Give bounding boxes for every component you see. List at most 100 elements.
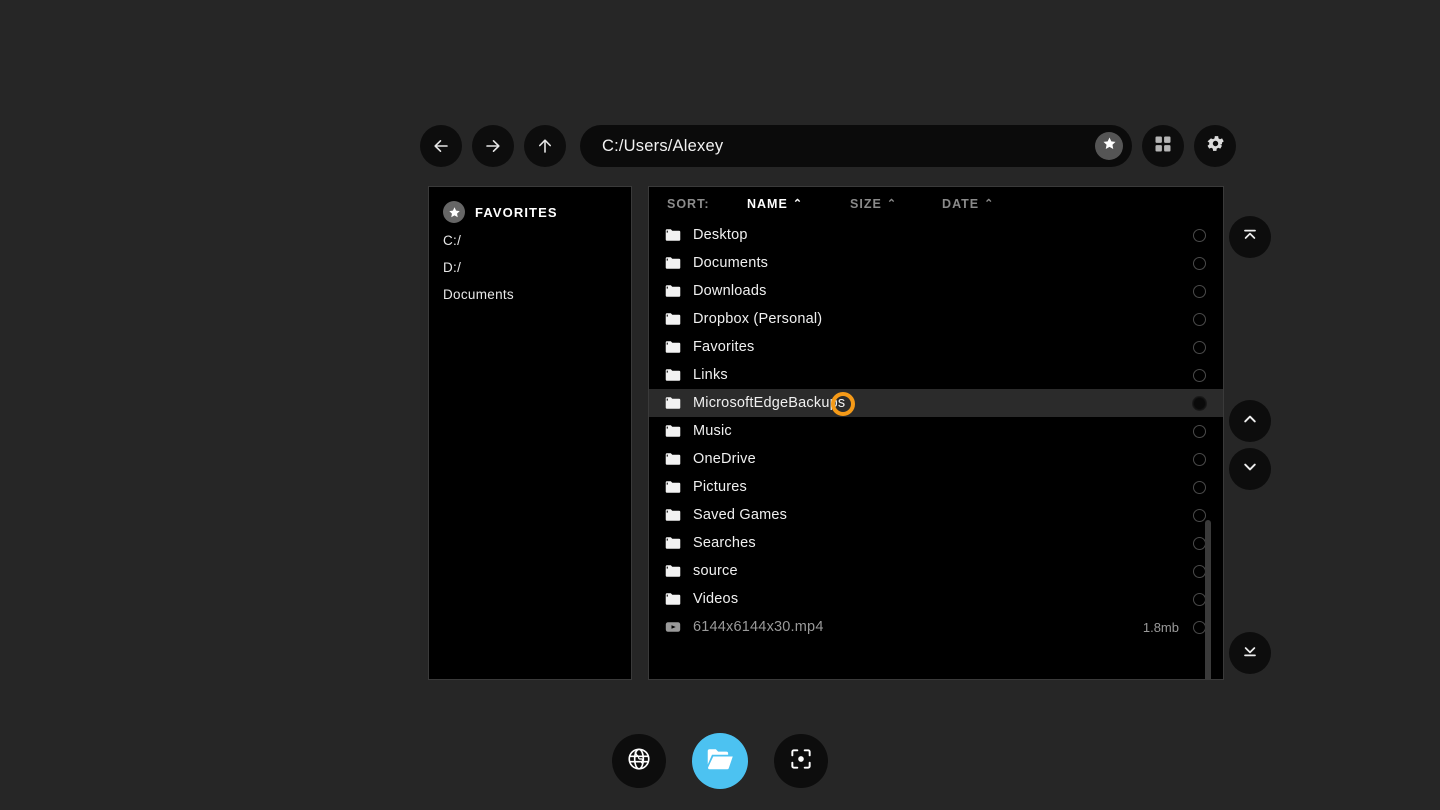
file-name: Links: [693, 367, 1179, 383]
file-row[interactable]: Saved Games: [649, 501, 1223, 529]
address-bar[interactable]: C:/Users/Alexey: [580, 125, 1132, 167]
folder-icon: [663, 561, 683, 581]
chevron-down-bar-icon: [1240, 641, 1260, 666]
arrow-up-icon: [535, 136, 555, 156]
sort-header: SORT: NAME ⌃ SIZE ⌃ DATE ⌃: [649, 187, 1223, 221]
chevron-up-icon: ⌃: [793, 199, 803, 210]
folder-icon: [663, 589, 683, 609]
folder-icon: [663, 393, 683, 413]
file-row[interactable]: 6144x6144x30.mp41.8mb: [649, 613, 1223, 641]
file-name: Music: [693, 423, 1179, 439]
file-name: OneDrive: [693, 451, 1179, 467]
file-name: 6144x6144x30.mp4: [693, 619, 1143, 635]
row-select-indicator[interactable]: [1193, 481, 1206, 494]
file-name: source: [693, 563, 1179, 579]
file-row[interactable]: source: [649, 557, 1223, 585]
back-button[interactable]: [420, 125, 462, 167]
arrow-right-icon: [483, 136, 503, 156]
file-list-scrollbar-track[interactable]: [1211, 223, 1217, 679]
file-row[interactable]: Searches: [649, 529, 1223, 557]
file-row[interactable]: OneDrive: [649, 445, 1223, 473]
grid-view-icon: [1153, 134, 1173, 159]
settings-button[interactable]: [1194, 125, 1236, 167]
row-select-indicator[interactable]: [1193, 425, 1206, 438]
file-name: MicrosoftEdgeBackups: [693, 395, 1179, 411]
row-select-indicator[interactable]: [1193, 341, 1206, 354]
chevron-up-icon: ⌃: [984, 199, 994, 210]
row-select-indicator[interactable]: [1193, 397, 1206, 410]
toolbar: C:/Users/Alexey: [420, 125, 1236, 167]
grid-view-button[interactable]: [1142, 125, 1184, 167]
file-name: Favorites: [693, 339, 1179, 355]
folder-icon: [663, 449, 683, 469]
file-size: 1.8mb: [1143, 620, 1179, 635]
forward-button[interactable]: [472, 125, 514, 167]
folder-icon: [663, 421, 683, 441]
globe-icon: [626, 746, 652, 777]
folder-icon: [663, 337, 683, 357]
file-row[interactable]: MicrosoftEdgeBackups: [649, 389, 1223, 417]
row-select-indicator[interactable]: [1193, 285, 1206, 298]
sort-size-text: SIZE: [850, 197, 882, 211]
chevron-up-bar-icon: [1240, 225, 1260, 250]
video-file-icon: [663, 617, 683, 637]
folder-icon: [663, 365, 683, 385]
file-name: Documents: [693, 255, 1179, 271]
sort-by-name-button[interactable]: NAME ⌃: [747, 197, 803, 211]
row-select-indicator[interactable]: [1193, 229, 1206, 242]
bottom-dock: [0, 733, 1440, 789]
up-directory-button[interactable]: [524, 125, 566, 167]
file-row[interactable]: Pictures: [649, 473, 1223, 501]
file-name: Desktop: [693, 227, 1179, 243]
row-select-indicator[interactable]: [1193, 453, 1206, 466]
file-row[interactable]: Videos: [649, 585, 1223, 613]
file-row[interactable]: Desktop: [649, 221, 1223, 249]
sort-date-text: DATE: [942, 197, 979, 211]
folder-icon: [663, 309, 683, 329]
favorite-toggle-button[interactable]: [1095, 132, 1123, 160]
address-path-text[interactable]: C:/Users/Alexey: [602, 137, 1095, 156]
scroll-down-button[interactable]: [1229, 448, 1271, 490]
file-row[interactable]: Links: [649, 361, 1223, 389]
chevron-up-icon: [1240, 409, 1260, 434]
sort-by-date-button[interactable]: DATE ⌃: [942, 197, 994, 211]
sort-label: SORT:: [667, 197, 747, 211]
scroll-to-bottom-button[interactable]: [1229, 632, 1271, 674]
row-select-indicator[interactable]: [1193, 369, 1206, 382]
chevron-up-icon: ⌃: [887, 199, 897, 210]
file-list[interactable]: Desktop Documents Downloads Dropbox (Person…: [649, 221, 1223, 679]
file-row[interactable]: Downloads: [649, 277, 1223, 305]
file-list-scrollbar-thumb[interactable]: [1205, 520, 1211, 680]
file-row[interactable]: Music: [649, 417, 1223, 445]
star-icon: [1102, 136, 1117, 156]
file-name: Searches: [693, 535, 1179, 551]
sort-by-size-button[interactable]: SIZE ⌃: [850, 197, 897, 211]
sidebar-item-c-drive[interactable]: C:/: [429, 227, 631, 254]
folder-icon: [663, 225, 683, 245]
scroll-up-button[interactable]: [1229, 400, 1271, 442]
scroll-to-top-button[interactable]: [1229, 216, 1271, 258]
folder-icon: [663, 505, 683, 525]
row-select-indicator[interactable]: [1193, 509, 1206, 522]
file-name: Downloads: [693, 283, 1179, 299]
screenshot-app-button[interactable]: [774, 734, 828, 788]
arrow-left-icon: [431, 136, 451, 156]
file-row[interactable]: Dropbox (Personal): [649, 305, 1223, 333]
file-row[interactable]: Favorites: [649, 333, 1223, 361]
favorites-label: FAVORITES: [475, 205, 558, 220]
app-root: C:/Users/Alexey: [0, 0, 1440, 810]
sidebar-item-d-drive[interactable]: D:/: [429, 254, 631, 281]
file-name: Saved Games: [693, 507, 1179, 523]
files-app-button[interactable]: [692, 733, 748, 789]
folder-icon: [663, 477, 683, 497]
favorites-sidebar: FAVORITES C:/ D:/ Documents: [428, 186, 632, 680]
chevron-down-icon: [1240, 457, 1260, 482]
favorites-header[interactable]: FAVORITES: [429, 197, 631, 227]
row-select-indicator[interactable]: [1193, 257, 1206, 270]
sidebar-item-documents[interactable]: Documents: [429, 281, 631, 308]
row-select-indicator[interactable]: [1193, 313, 1206, 326]
folder-icon: [663, 253, 683, 273]
browser-app-button[interactable]: [612, 734, 666, 788]
file-row[interactable]: Documents: [649, 249, 1223, 277]
folder-icon: [663, 533, 683, 553]
